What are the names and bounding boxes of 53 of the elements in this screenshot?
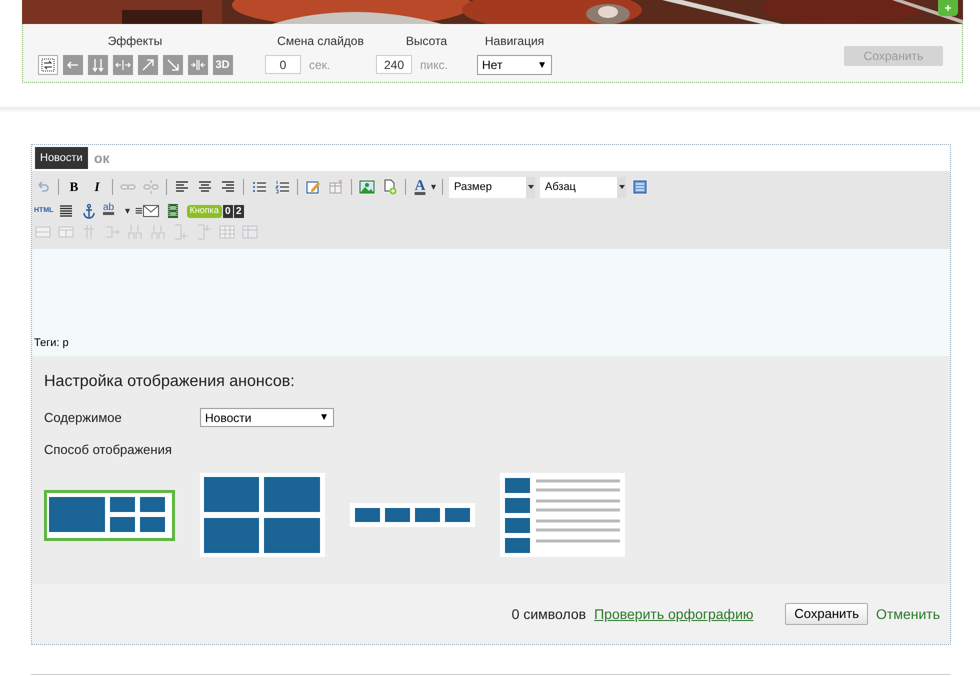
save-button[interactable]: Сохранить (785, 603, 868, 625)
interval-field[interactable]: 0 (265, 55, 301, 74)
effects-label: Эффекты (108, 33, 162, 50)
cancel-link[interactable]: Отменить (876, 604, 940, 624)
bold-button[interactable]: B (65, 178, 83, 196)
loop-arrows-icon (40, 57, 56, 73)
height-label: Высота (406, 33, 448, 50)
bullet-list-icon[interactable] (251, 179, 267, 195)
email-button[interactable]: ≡ (135, 201, 159, 221)
format-select[interactable]: Размер (449, 176, 535, 198)
counter-digit: 0 (222, 204, 233, 218)
edit-document-icon[interactable] (305, 179, 321, 195)
tooltip: Новости (35, 147, 88, 169)
content-select[interactable]: Новости ▼ (200, 408, 334, 428)
highlight-button[interactable]: ab (103, 202, 121, 220)
navigation-select[interactable]: Нет ▼ (477, 55, 552, 75)
caret-icon[interactable]: ▾ (125, 204, 130, 218)
height-field[interactable]: 240 (376, 55, 412, 74)
title-text: ок (94, 148, 110, 168)
split-arrows-icon (114, 57, 130, 73)
counter-digit: 2 (234, 204, 244, 218)
document-add-icon[interactable] (382, 179, 398, 195)
window-icon[interactable] (632, 179, 648, 195)
layout-option[interactable] (350, 503, 475, 527)
spellcheck-link[interactable]: Проверить орфографию (594, 604, 754, 624)
caret-icon (526, 176, 535, 198)
envelope-icon (142, 205, 159, 217)
text-color-button[interactable]: A (412, 178, 428, 196)
format-select[interactable]: Абзац (540, 176, 626, 198)
arrow-down-right-icon (164, 57, 180, 73)
character-count: 0 символов (512, 604, 586, 624)
layout-option[interactable] (44, 490, 175, 540)
landscape-image-icon[interactable] (359, 179, 375, 195)
caret-icon (617, 176, 626, 198)
join-arrows-icon (190, 57, 206, 73)
content-label: Содержимое (44, 409, 123, 427)
effect-button[interactable] (38, 55, 58, 75)
justify-lines-icon[interactable] (58, 203, 74, 219)
layout-option[interactable] (200, 473, 325, 557)
unit-label: сек. (309, 56, 330, 74)
numbered-list-icon[interactable] (274, 179, 290, 195)
unit-label: пикс. (420, 56, 448, 74)
layout-option[interactable] (500, 473, 625, 557)
display-mode-label: Способ отображения (44, 440, 173, 459)
editing-area[interactable]: Теги: p (32, 249, 950, 356)
caret-icon[interactable]: ▾ (431, 180, 436, 194)
navigation-label: Навигация (484, 33, 544, 50)
italic-button[interactable]: I (88, 178, 106, 196)
tags-path: Теги: p (33, 336, 70, 350)
interval-label: Смена слайдов (277, 33, 364, 50)
double-arrow-down-icon (90, 57, 106, 73)
panel-heading: Настройка отображения анонсов: (44, 372, 296, 392)
anchor-icon[interactable] (81, 203, 97, 219)
